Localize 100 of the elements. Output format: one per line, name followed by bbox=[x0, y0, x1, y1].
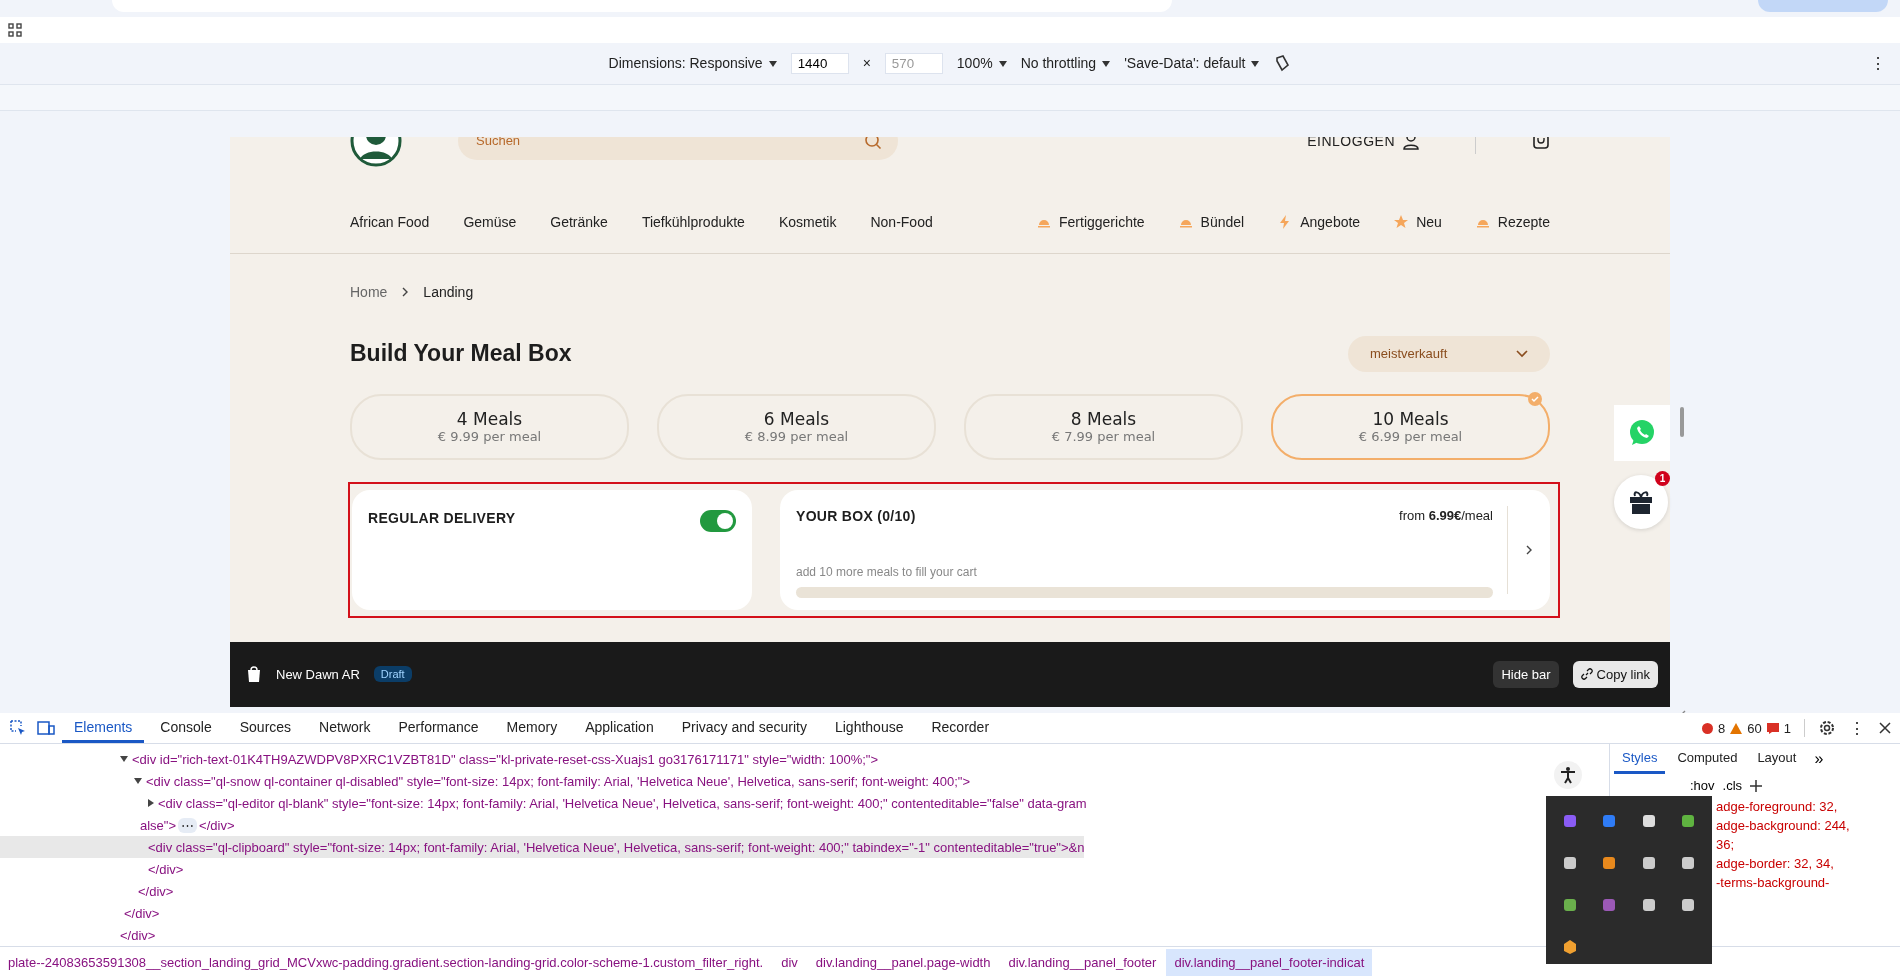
warning-count[interactable]: 60 bbox=[1747, 720, 1762, 736]
toggle-switch[interactable] bbox=[700, 509, 736, 532]
category-link[interactable]: Kosmetik bbox=[778, 213, 837, 230]
settings-icon[interactable] bbox=[1818, 719, 1836, 737]
login-link[interactable]: EINLOGGEN bbox=[1307, 136, 1395, 149]
featured-link[interactable]: Fertiggerichte bbox=[1059, 213, 1145, 230]
plus-icon[interactable] bbox=[1750, 779, 1763, 792]
css-declaration: adge-border: 32, 34, bbox=[1716, 855, 1834, 873]
category-link[interactable]: Gemüse bbox=[463, 213, 517, 230]
plan-option[interactable]: 10 Meals € 6.99 per meal bbox=[1271, 393, 1550, 460]
css-declaration: 36; bbox=[1716, 836, 1735, 854]
chevron-icon[interactable] bbox=[1525, 543, 1533, 556]
featured-link[interactable]: Neu bbox=[1416, 213, 1442, 230]
plan-option[interactable]: 4 Meals € 9.99 per meal bbox=[350, 393, 629, 460]
tray-icon[interactable] bbox=[1561, 939, 1578, 955]
more-icon[interactable]: ⋮ bbox=[1841, 718, 1873, 738]
collapse-icon[interactable] bbox=[120, 756, 128, 762]
breadcrumb-link[interactable]: Home bbox=[350, 283, 388, 300]
collapse-icon[interactable] bbox=[134, 778, 142, 784]
copy-link-button[interactable]: Copy link bbox=[1572, 660, 1658, 688]
save-data-dropdown[interactable]: 'Save-Data': default bbox=[1124, 55, 1260, 72]
apps-icon[interactable] bbox=[8, 23, 22, 38]
featured-link[interactable]: Rezepte bbox=[1497, 213, 1550, 230]
code-line: </div> bbox=[123, 904, 160, 923]
devtools-tab[interactable]: Recorder bbox=[919, 713, 1002, 743]
device-icon[interactable] bbox=[37, 719, 55, 737]
error-count[interactable]: 8 bbox=[1718, 720, 1726, 736]
filter-toggle[interactable]: :hov bbox=[1690, 778, 1715, 793]
dimensions-dropdown[interactable]: Dimensions: Responsive bbox=[608, 55, 777, 72]
code-line[interactable]: </div> bbox=[0, 924, 156, 946]
styles-tab[interactable]: Layout bbox=[1749, 744, 1805, 774]
price-text: from 6.99€/meal bbox=[1399, 507, 1493, 524]
breadcrumb-current: Landing bbox=[423, 283, 474, 300]
dom-breadcrumb[interactable]: div.landing__panel_footer bbox=[1000, 948, 1165, 976]
expand-icon[interactable] bbox=[148, 799, 154, 807]
devtools-tab[interactable]: Network bbox=[307, 713, 383, 743]
inspect-icon[interactable] bbox=[9, 719, 27, 737]
devtools-tab[interactable]: Performance bbox=[386, 713, 491, 743]
styles-tab[interactable]: Styles bbox=[1614, 744, 1666, 774]
search-icon[interactable] bbox=[864, 136, 882, 150]
category-link[interactable]: Tiefkühlprodukte bbox=[641, 213, 745, 230]
tray-icon[interactable] bbox=[1680, 813, 1697, 829]
devtools-tab[interactable]: Application bbox=[573, 713, 666, 743]
more-icon[interactable]: ⋮ bbox=[1870, 53, 1886, 73]
close-icon[interactable] bbox=[1878, 721, 1892, 735]
tray-icon[interactable] bbox=[1561, 897, 1578, 913]
throttling-dropdown[interactable]: No throttling bbox=[1020, 55, 1111, 72]
featured-link[interactable]: Bündel bbox=[1200, 213, 1245, 230]
filter-toggle[interactable]: .cls bbox=[1722, 778, 1743, 793]
tray-icon[interactable] bbox=[1640, 855, 1657, 871]
user-icon[interactable] bbox=[1403, 136, 1419, 150]
tray-icon[interactable] bbox=[1680, 855, 1697, 871]
tray-icon[interactable] bbox=[1640, 897, 1657, 913]
search-field[interactable]: Suchen bbox=[458, 136, 898, 160]
plan-option[interactable]: 8 Meals € 7.99 per meal bbox=[964, 393, 1243, 460]
code-line[interactable]: <div class="ql-editor ql-blank" style="font-size: 14px; font-family: Arial, 'Helvetica Neue', Helvetica, sans-serif; font-weight: 400;" contenteditable="false" data-gram bbox=[0, 792, 1087, 814]
zoom-dropdown[interactable]: 100% bbox=[956, 55, 1007, 72]
code-line[interactable]: </div> bbox=[0, 858, 184, 880]
devtools-tab[interactable]: Sources bbox=[227, 713, 304, 743]
devtools-tab[interactable]: Console bbox=[148, 713, 224, 743]
accessibility-button[interactable] bbox=[1554, 761, 1582, 789]
bag-icon bbox=[246, 665, 262, 684]
devtools-tab[interactable]: Memory bbox=[494, 713, 570, 743]
category-link[interactable]: African Food bbox=[350, 213, 430, 230]
category-link[interactable]: Getränke bbox=[550, 213, 608, 230]
tray-icon[interactable] bbox=[1601, 855, 1618, 871]
width-field[interactable]: 1440 bbox=[790, 52, 849, 74]
chevron-down-icon bbox=[1516, 349, 1528, 358]
rotate-icon[interactable] bbox=[1273, 54, 1292, 73]
devtools-tab[interactable]: Lighthouse bbox=[822, 713, 916, 743]
dom-breadcrumb[interactable]: div.landing__panel_footer-indicat bbox=[1166, 948, 1373, 976]
category-link[interactable]: Non-Food bbox=[870, 213, 933, 230]
page-title: Build Your Meal Box bbox=[350, 340, 572, 368]
dom-breadcrumb[interactable]: div.landing__panel.page-width bbox=[807, 948, 999, 976]
devtools-tab[interactable]: Elements bbox=[62, 713, 145, 743]
code-line[interactable]: <div id="rich-text-01K4TH9AZWDPV8PXRC1VZBT81D" class="kl-private-reset-css-Xuajs1 go3176171171" style="width: 100%;"> bbox=[0, 748, 879, 770]
caret-icon bbox=[768, 61, 777, 68]
code-text: </div> bbox=[199, 817, 235, 833]
css-declaration: -terms-background- bbox=[1716, 874, 1830, 892]
hide-bar-button[interactable]: Hide bar bbox=[1493, 660, 1559, 688]
issue-count[interactable]: 1 bbox=[1783, 720, 1791, 736]
tray-icon[interactable] bbox=[1680, 897, 1697, 913]
caret-icon bbox=[1102, 61, 1111, 68]
styles-tab[interactable]: Computed bbox=[1669, 744, 1746, 774]
devtools-tab[interactable]: Privacy and security bbox=[669, 713, 819, 743]
tray-icon[interactable] bbox=[1640, 813, 1657, 829]
dom-breadcrumb[interactable]: div bbox=[773, 948, 806, 976]
times-sign: × bbox=[862, 55, 871, 72]
code-line[interactable]: <div class="ql-snow ql-container ql-disabled" style="font-size: 14px; font-family: Arial, 'Helvetica Neue', Helvetica, sans-serif; font-weight: 400;"> bbox=[0, 770, 971, 792]
featured-link[interactable]: Angebote bbox=[1300, 213, 1361, 230]
code-line: </div> bbox=[137, 882, 174, 901]
theme-name: New Dawn AR bbox=[276, 666, 360, 682]
tray-icon[interactable] bbox=[1561, 855, 1578, 871]
more-tabs-icon[interactable]: » bbox=[1808, 750, 1824, 768]
dom-breadcrumb[interactable]: plate--24083653591308__section_landing_grid_MCVxwc-padding.gradient.section-landing-grid.color-scheme-1.custom_filter_right. bbox=[0, 948, 772, 976]
status-badge: Draft bbox=[373, 666, 412, 683]
sort-dropdown[interactable]: meistverkauft bbox=[1348, 335, 1550, 372]
plan-option[interactable]: 6 Meals € 8.99 per meal bbox=[657, 393, 936, 460]
cart-icon[interactable] bbox=[1532, 136, 1550, 150]
ellipsis-badge[interactable]: ⋯ bbox=[178, 817, 198, 833]
